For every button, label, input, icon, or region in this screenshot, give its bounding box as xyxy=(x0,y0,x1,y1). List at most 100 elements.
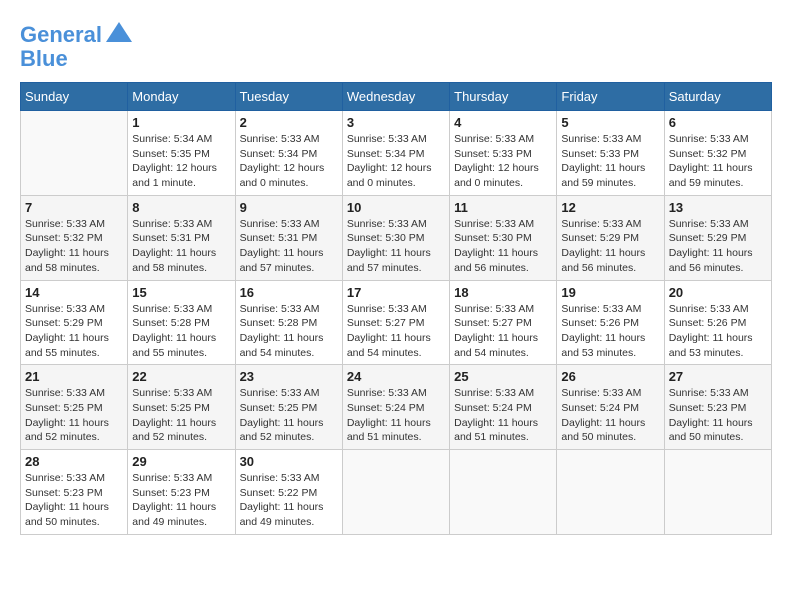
calendar-cell xyxy=(664,450,771,535)
day-info: Sunrise: 5:33 AMSunset: 5:34 PMDaylight:… xyxy=(240,132,338,191)
calendar-cell xyxy=(557,450,664,535)
day-info: Sunrise: 5:33 AMSunset: 5:27 PMDaylight:… xyxy=(454,302,552,361)
day-info: Sunrise: 5:33 AMSunset: 5:28 PMDaylight:… xyxy=(132,302,230,361)
day-info: Sunrise: 5:33 AMSunset: 5:25 PMDaylight:… xyxy=(132,386,230,445)
day-number: 17 xyxy=(347,285,445,300)
day-info: Sunrise: 5:33 AMSunset: 5:33 PMDaylight:… xyxy=(561,132,659,191)
day-number: 18 xyxy=(454,285,552,300)
calendar-cell: 10 Sunrise: 5:33 AMSunset: 5:30 PMDayligh… xyxy=(342,195,449,280)
day-info: Sunrise: 5:33 AMSunset: 5:34 PMDaylight:… xyxy=(347,132,445,191)
calendar-cell: 5 Sunrise: 5:33 AMSunset: 5:33 PMDaylight… xyxy=(557,111,664,196)
day-info: Sunrise: 5:33 AMSunset: 5:24 PMDaylight:… xyxy=(347,386,445,445)
calendar-cell: 27 Sunrise: 5:33 AMSunset: 5:23 PMDayligh… xyxy=(664,365,771,450)
day-number: 19 xyxy=(561,285,659,300)
day-number: 22 xyxy=(132,369,230,384)
calendar-cell: 3 Sunrise: 5:33 AMSunset: 5:34 PMDaylight… xyxy=(342,111,449,196)
day-info: Sunrise: 5:33 AMSunset: 5:26 PMDaylight:… xyxy=(561,302,659,361)
day-number: 24 xyxy=(347,369,445,384)
calendar-cell: 25 Sunrise: 5:33 AMSunset: 5:24 PMDayligh… xyxy=(450,365,557,450)
day-number: 9 xyxy=(240,200,338,215)
day-header-wednesday: Wednesday xyxy=(342,83,449,111)
logo-text: General xyxy=(20,24,102,46)
week-row-1: 1 Sunrise: 5:34 AMSunset: 5:35 PMDaylight… xyxy=(21,111,772,196)
day-number: 20 xyxy=(669,285,767,300)
day-number: 16 xyxy=(240,285,338,300)
day-info: Sunrise: 5:33 AMSunset: 5:33 PMDaylight:… xyxy=(454,132,552,191)
calendar-body: 1 Sunrise: 5:34 AMSunset: 5:35 PMDaylight… xyxy=(21,111,772,535)
day-number: 1 xyxy=(132,115,230,130)
day-info: Sunrise: 5:33 AMSunset: 5:29 PMDaylight:… xyxy=(561,217,659,276)
day-number: 15 xyxy=(132,285,230,300)
day-info: Sunrise: 5:33 AMSunset: 5:24 PMDaylight:… xyxy=(454,386,552,445)
day-number: 28 xyxy=(25,454,123,469)
day-number: 13 xyxy=(669,200,767,215)
day-header-monday: Monday xyxy=(128,83,235,111)
week-row-3: 14 Sunrise: 5:33 AMSunset: 5:29 PMDayligh… xyxy=(21,280,772,365)
calendar-cell: 20Sunrise: 5:33 AMSunset: 5:26 PMDayligh… xyxy=(664,280,771,365)
calendar-cell: 7 Sunrise: 5:33 AMSunset: 5:32 PMDaylight… xyxy=(21,195,128,280)
day-info: Sunrise: 5:33 AMSunset: 5:30 PMDaylight:… xyxy=(454,217,552,276)
calendar-cell: 16Sunrise: 5:33 AMSunset: 5:28 PMDayligh… xyxy=(235,280,342,365)
day-number: 26 xyxy=(561,369,659,384)
calendar-cell: 8Sunrise: 5:33 AMSunset: 5:31 PMDaylight… xyxy=(128,195,235,280)
day-number: 4 xyxy=(454,115,552,130)
calendar-cell: 1 Sunrise: 5:34 AMSunset: 5:35 PMDaylight… xyxy=(128,111,235,196)
week-row-4: 21Sunrise: 5:33 AMSunset: 5:25 PMDayligh… xyxy=(21,365,772,450)
day-info: Sunrise: 5:33 AMSunset: 5:24 PMDaylight:… xyxy=(561,386,659,445)
day-header-saturday: Saturday xyxy=(664,83,771,111)
calendar-cell: 26 Sunrise: 5:33 AMSunset: 5:24 PMDayligh… xyxy=(557,365,664,450)
calendar-cell: 11 Sunrise: 5:33 AMSunset: 5:30 PMDayligh… xyxy=(450,195,557,280)
calendar-cell: 15 Sunrise: 5:33 AMSunset: 5:28 PMDayligh… xyxy=(128,280,235,365)
day-info: Sunrise: 5:33 AMSunset: 5:25 PMDaylight:… xyxy=(240,386,338,445)
day-number: 3 xyxy=(347,115,445,130)
day-info: Sunrise: 5:33 AMSunset: 5:31 PMDaylight:… xyxy=(132,217,230,276)
day-number: 29 xyxy=(132,454,230,469)
calendar-cell: 29Sunrise: 5:33 AMSunset: 5:23 PMDayligh… xyxy=(128,450,235,535)
day-info: Sunrise: 5:34 AMSunset: 5:35 PMDaylight:… xyxy=(132,132,230,191)
calendar-cell: 28 Sunrise: 5:33 AMSunset: 5:23 PMDayligh… xyxy=(21,450,128,535)
day-info: Sunrise: 5:33 AMSunset: 5:32 PMDaylight:… xyxy=(25,217,123,276)
calendar-cell xyxy=(21,111,128,196)
week-row-5: 28 Sunrise: 5:33 AMSunset: 5:23 PMDayligh… xyxy=(21,450,772,535)
logo-icon xyxy=(104,20,134,50)
day-info: Sunrise: 5:33 AMSunset: 5:27 PMDaylight:… xyxy=(347,302,445,361)
day-number: 6 xyxy=(669,115,767,130)
page-header: General Blue xyxy=(20,20,772,72)
calendar-cell xyxy=(342,450,449,535)
day-number: 25 xyxy=(454,369,552,384)
calendar-header: SundayMondayTuesdayWednesdayThursdayFrid… xyxy=(21,83,772,111)
day-number: 2 xyxy=(240,115,338,130)
calendar-cell: 17 Sunrise: 5:33 AMSunset: 5:27 PMDayligh… xyxy=(342,280,449,365)
day-header-tuesday: Tuesday xyxy=(235,83,342,111)
day-info: Sunrise: 5:33 AMSunset: 5:32 PMDaylight:… xyxy=(669,132,767,191)
calendar-cell: 12Sunrise: 5:33 AMSunset: 5:29 PMDayligh… xyxy=(557,195,664,280)
day-number: 14 xyxy=(25,285,123,300)
calendar-cell: 22 Sunrise: 5:33 AMSunset: 5:25 PMDayligh… xyxy=(128,365,235,450)
calendar-cell: 4 Sunrise: 5:33 AMSunset: 5:33 PMDaylight… xyxy=(450,111,557,196)
day-info: Sunrise: 5:33 AMSunset: 5:23 PMDaylight:… xyxy=(669,386,767,445)
day-info: Sunrise: 5:33 AMSunset: 5:23 PMDaylight:… xyxy=(25,471,123,530)
day-info: Sunrise: 5:33 AMSunset: 5:29 PMDaylight:… xyxy=(669,217,767,276)
day-number: 7 xyxy=(25,200,123,215)
calendar-cell: 23 Sunrise: 5:33 AMSunset: 5:25 PMDayligh… xyxy=(235,365,342,450)
days-of-week-row: SundayMondayTuesdayWednesdayThursdayFrid… xyxy=(21,83,772,111)
day-number: 10 xyxy=(347,200,445,215)
calendar-cell: 19 Sunrise: 5:33 AMSunset: 5:26 PMDayligh… xyxy=(557,280,664,365)
calendar-cell: 13 Sunrise: 5:33 AMSunset: 5:29 PMDayligh… xyxy=(664,195,771,280)
calendar-cell: 24 Sunrise: 5:33 AMSunset: 5:24 PMDayligh… xyxy=(342,365,449,450)
calendar-cell: 6 Sunrise: 5:33 AMSunset: 5:32 PMDaylight… xyxy=(664,111,771,196)
calendar-cell xyxy=(450,450,557,535)
calendar-cell: 14 Sunrise: 5:33 AMSunset: 5:29 PMDayligh… xyxy=(21,280,128,365)
day-number: 27 xyxy=(669,369,767,384)
day-number: 11 xyxy=(454,200,552,215)
day-info: Sunrise: 5:33 AMSunset: 5:25 PMDaylight:… xyxy=(25,386,123,445)
day-info: Sunrise: 5:33 AMSunset: 5:30 PMDaylight:… xyxy=(347,217,445,276)
calendar-cell: 21Sunrise: 5:33 AMSunset: 5:25 PMDayligh… xyxy=(21,365,128,450)
week-row-2: 7 Sunrise: 5:33 AMSunset: 5:32 PMDaylight… xyxy=(21,195,772,280)
day-number: 23 xyxy=(240,369,338,384)
day-info: Sunrise: 5:33 AMSunset: 5:29 PMDaylight:… xyxy=(25,302,123,361)
calendar-table: SundayMondayTuesdayWednesdayThursdayFrid… xyxy=(20,82,772,535)
day-number: 5 xyxy=(561,115,659,130)
day-header-friday: Friday xyxy=(557,83,664,111)
calendar-cell: 18 Sunrise: 5:33 AMSunset: 5:27 PMDayligh… xyxy=(450,280,557,365)
